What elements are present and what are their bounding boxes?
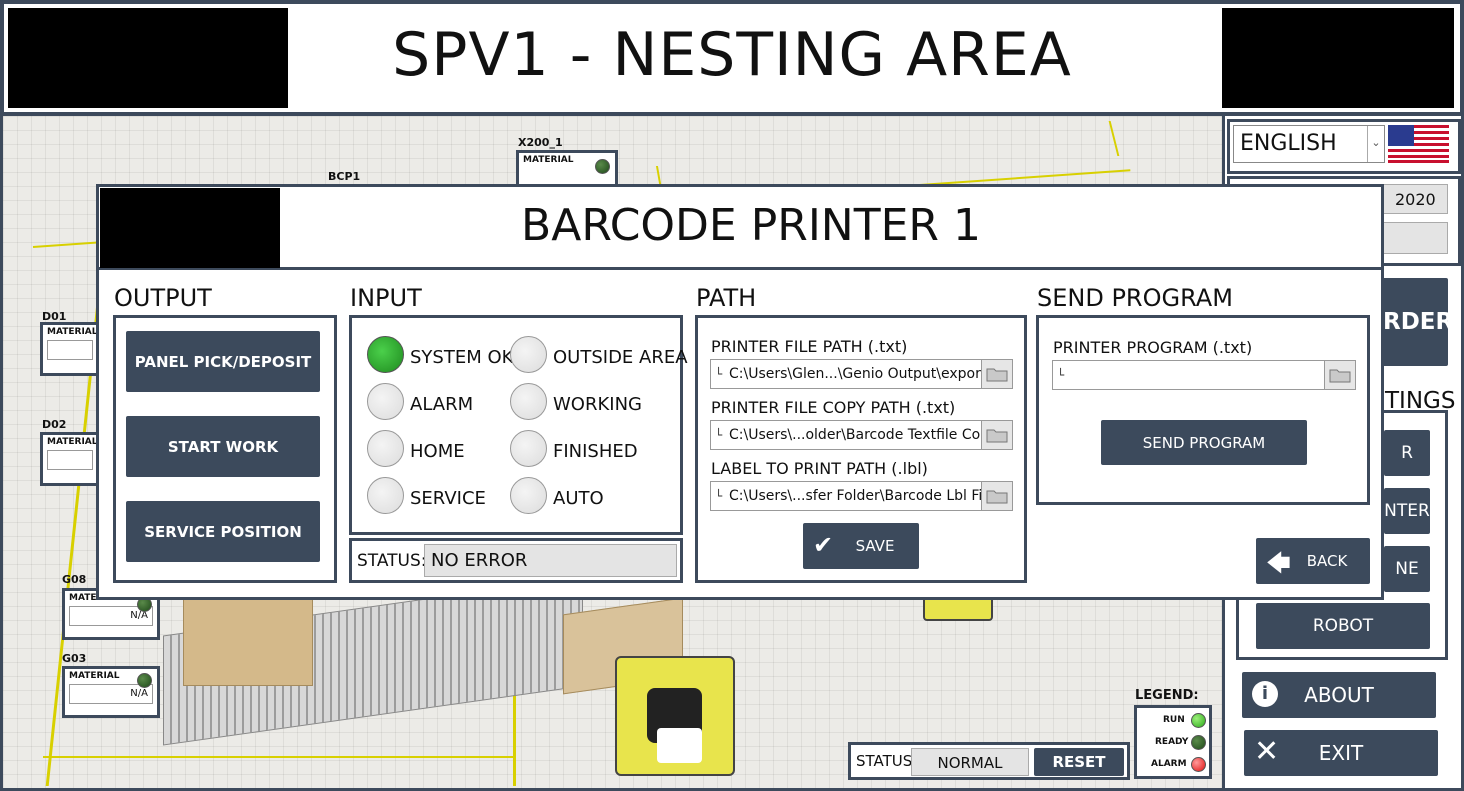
panel-pick-deposit-button[interactable]: PANEL PICK/DEPOSIT xyxy=(126,331,320,392)
dialog-title: BARCODE PRINTER 1 xyxy=(521,200,981,251)
send-program-title: SEND PROGRAM xyxy=(1037,284,1233,312)
tree-icon: └ xyxy=(715,489,723,503)
working-indicator xyxy=(510,383,547,420)
send-program-button[interactable]: SEND PROGRAM xyxy=(1101,420,1307,465)
forklift xyxy=(615,656,735,776)
printer-file-copy-path-label: PRINTER FILE COPY PATH (.txt) xyxy=(711,398,956,417)
material-label: MATERIAL xyxy=(47,327,98,337)
finished-indicator xyxy=(510,430,547,467)
language-select[interactable]: ENGLISH xyxy=(1233,125,1385,163)
printer-file-copy-path-field[interactable]: └ C:\Users\...older\Barcode Textfile Copy xyxy=(710,420,982,450)
printer-program-label: PRINTER PROGRAM (.txt) xyxy=(1053,338,1253,357)
legend-alarm-led xyxy=(1191,757,1206,772)
printer-program-field[interactable]: └ xyxy=(1052,360,1326,390)
us-flag-icon xyxy=(1388,125,1449,163)
about-button[interactable]: i ABOUT xyxy=(1242,672,1436,718)
system-status-value: NORMAL xyxy=(911,748,1029,776)
service-label: SERVICE xyxy=(410,488,486,509)
folder-icon[interactable] xyxy=(1324,360,1356,390)
label-to-print-path-field[interactable]: └ C:\Users\...sfer Folder\Barcode Lbl Fil… xyxy=(710,481,982,511)
station-tag-bcp1: BCP1 xyxy=(328,170,361,183)
material-label: MATERIAL xyxy=(69,671,120,681)
start-work-button[interactable]: START WORK xyxy=(126,416,320,477)
printer-file-copy-path-value: C:\Users\...older\Barcode Textfile Copy xyxy=(729,427,982,443)
legend-run-led xyxy=(1191,713,1206,728)
legend-alarm-label: ALARM xyxy=(1151,759,1187,769)
settings-button-1[interactable]: R xyxy=(1384,430,1430,476)
working-label: WORKING xyxy=(553,394,642,415)
material-box-d01[interactable]: MATERIAL xyxy=(40,322,100,376)
station-tag-d02: D02 xyxy=(42,418,67,431)
settings-button-printer[interactable]: NTER xyxy=(1384,488,1430,534)
material-led xyxy=(137,673,152,688)
material-box-g03[interactable]: MATERIAL N/A xyxy=(62,666,160,718)
chevron-down-icon[interactable]: ⌄ xyxy=(1367,126,1384,162)
material-label: MATERIAL xyxy=(47,437,98,447)
system-ok-indicator xyxy=(367,336,404,373)
station-tag-g03: G03 xyxy=(62,652,87,665)
tree-icon: └ xyxy=(1057,368,1065,382)
folder-icon[interactable] xyxy=(981,359,1013,389)
system-status-label: STATUS: xyxy=(856,752,918,770)
path-title: PATH xyxy=(696,284,757,312)
home-label: HOME xyxy=(410,441,465,462)
station-tag-g08: G08 xyxy=(62,573,87,586)
save-label: SAVE xyxy=(855,537,895,555)
outside-area-indicator xyxy=(510,336,547,373)
label-to-print-path-value: C:\Users\...sfer Folder\Barcode Lbl File xyxy=(729,488,982,504)
alarm-label: ALARM xyxy=(410,394,474,415)
tree-icon: └ xyxy=(715,367,723,381)
input-status-value: NO ERROR xyxy=(424,544,677,577)
pallet-stack xyxy=(183,596,313,686)
tree-icon: └ xyxy=(715,428,723,442)
folder-icon[interactable] xyxy=(981,420,1013,450)
floor-line xyxy=(1108,121,1120,156)
folder-icon[interactable] xyxy=(981,481,1013,511)
auto-indicator xyxy=(510,477,547,514)
alarm-indicator xyxy=(367,383,404,420)
exit-label: EXIT xyxy=(1318,741,1364,765)
order-button[interactable]: RDER xyxy=(1380,278,1453,366)
back-label: BACK xyxy=(1306,552,1348,570)
auto-label: AUTO xyxy=(553,488,604,509)
legend-ready-label: READY xyxy=(1155,737,1189,747)
exit-button[interactable]: ✕ EXIT xyxy=(1244,730,1438,776)
settings-button-3[interactable]: NE xyxy=(1384,546,1430,592)
material-led xyxy=(595,159,610,174)
input-title: INPUT xyxy=(350,284,422,312)
output-title: OUTPUT xyxy=(114,284,212,312)
robot-button[interactable]: ROBOT xyxy=(1256,603,1430,649)
input-status-label: STATUS: xyxy=(357,551,427,571)
info-icon: i xyxy=(1252,681,1278,707)
station-tag-x200-1: X200_1 xyxy=(518,136,563,149)
system-ok-label: SYSTEM OK xyxy=(410,347,514,368)
page-title: SPV1 - NESTING AREA xyxy=(392,20,1072,90)
arrow-left-icon: 🡄 xyxy=(1266,549,1291,577)
reset-button[interactable]: RESET xyxy=(1034,748,1124,776)
legend-run-label: RUN xyxy=(1163,715,1185,725)
home-indicator xyxy=(367,430,404,467)
back-button[interactable]: 🡄 BACK xyxy=(1256,538,1370,584)
material-label: MATERIAL xyxy=(523,155,574,165)
legend-ready-led xyxy=(1191,735,1206,750)
material-field xyxy=(47,450,93,470)
service-indicator xyxy=(367,477,404,514)
printer-file-path-value: C:\Users\Glen...\Genio Output\export xyxy=(729,366,982,382)
printer-file-path-field[interactable]: └ C:\Users\Glen...\Genio Output\export xyxy=(710,359,982,389)
printer-file-path-label: PRINTER FILE PATH (.txt) xyxy=(711,337,908,356)
close-icon: ✕ xyxy=(1254,734,1280,769)
save-button[interactable]: ✔ SAVE xyxy=(803,523,919,569)
material-field xyxy=(47,340,93,360)
service-position-button[interactable]: SERVICE POSITION xyxy=(126,501,320,562)
finished-label: FINISHED xyxy=(553,441,638,462)
about-label: ABOUT xyxy=(1304,683,1374,707)
legend-title: LEGEND: xyxy=(1135,688,1199,703)
outside-area-label: OUTSIDE AREA xyxy=(553,347,688,368)
floor-line xyxy=(43,756,513,758)
checkmark-icon: ✔ xyxy=(813,531,834,559)
legend-box: RUN READY ALARM xyxy=(1134,705,1212,779)
material-box-d02[interactable]: MATERIAL xyxy=(40,432,100,486)
label-to-print-path-label: LABEL TO PRINT PATH (.lbl) xyxy=(711,459,928,478)
